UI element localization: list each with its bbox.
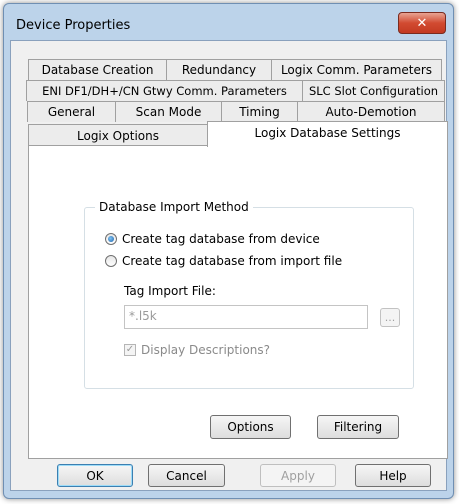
tab-label: Auto-Demotion bbox=[325, 105, 417, 119]
tag-import-file-input[interactable]: *.l5k bbox=[124, 305, 368, 329]
checkmark-icon: ✓ bbox=[124, 344, 136, 356]
tab-general[interactable]: General bbox=[27, 101, 116, 122]
tab-panel-logix-database-settings: Database Import Method Create tag databa… bbox=[28, 145, 448, 459]
tab-timing[interactable]: Timing bbox=[221, 101, 298, 122]
close-icon: ✕ bbox=[416, 15, 428, 31]
tab-scan-mode[interactable]: Scan Mode bbox=[115, 101, 222, 122]
tag-import-file-label: Tag Import File: bbox=[124, 284, 216, 298]
checkbox-label: Display Descriptions? bbox=[141, 343, 271, 357]
tab-logix-database-settings[interactable]: Logix Database Settings bbox=[207, 121, 448, 147]
button-label: Apply bbox=[281, 468, 315, 483]
button-label: Filtering bbox=[333, 420, 383, 434]
tab-label: SLC Slot Configuration bbox=[308, 84, 439, 98]
button-label: Options bbox=[227, 420, 274, 434]
window-title: Device Properties bbox=[16, 18, 131, 33]
apply-button: Apply bbox=[260, 464, 336, 487]
radio-label: Create tag database from device bbox=[122, 232, 320, 246]
database-import-method-group: Database Import Method Create tag databa… bbox=[84, 200, 414, 389]
display-descriptions-checkbox[interactable]: ✓ Display Descriptions? bbox=[124, 343, 270, 357]
tab-label: ENI DF1/DH+/CN Gtwy Comm. Parameters bbox=[42, 84, 287, 98]
tab-label: Redundancy bbox=[181, 63, 257, 77]
tab-database-creation[interactable]: Database Creation bbox=[28, 59, 167, 80]
tab-logix-comm-parameters[interactable]: Logix Comm. Parameters bbox=[271, 59, 442, 80]
tab-auto-demotion[interactable]: Auto-Demotion bbox=[297, 101, 445, 122]
button-label: OK bbox=[86, 468, 104, 483]
close-button[interactable]: ✕ bbox=[398, 12, 446, 34]
options-button[interactable]: Options bbox=[210, 415, 291, 439]
tab-label: Logix Options bbox=[77, 128, 159, 143]
tab-eni-df1-gtwy-comm-parameters[interactable]: ENI DF1/DH+/CN Gtwy Comm. Parameters bbox=[26, 80, 303, 101]
tab-label: Logix Database Settings bbox=[254, 126, 401, 140]
tab-label: General bbox=[47, 105, 96, 119]
tab-slc-slot-configuration[interactable]: SLC Slot Configuration bbox=[302, 80, 445, 101]
cancel-button[interactable]: Cancel bbox=[148, 464, 225, 487]
filtering-button[interactable]: Filtering bbox=[317, 415, 399, 439]
button-label: Help bbox=[379, 468, 407, 483]
tab-label: Timing bbox=[239, 105, 280, 119]
button-label: Cancel bbox=[166, 468, 207, 483]
tab-label: Logix Comm. Parameters bbox=[280, 63, 433, 77]
dialog-client-area: Database Creation Redundancy Logix Comm.… bbox=[10, 40, 448, 491]
radio-unselected-icon bbox=[105, 255, 117, 267]
ok-button[interactable]: OK bbox=[57, 464, 133, 487]
tab-redundancy[interactable]: Redundancy bbox=[166, 59, 272, 80]
tab-label: Database Creation bbox=[41, 63, 154, 77]
radio-create-from-device[interactable]: Create tag database from device bbox=[105, 232, 320, 246]
tab-logix-options[interactable]: Logix Options bbox=[28, 124, 208, 146]
group-title: Database Import Method bbox=[95, 200, 253, 214]
browse-button[interactable]: ... bbox=[380, 308, 400, 327]
help-button[interactable]: Help bbox=[355, 464, 431, 487]
radio-selected-icon bbox=[105, 233, 117, 245]
tag-import-file-value: *.l5k bbox=[129, 309, 157, 323]
radio-create-from-import-file[interactable]: Create tag database from import file bbox=[105, 254, 342, 268]
tab-label: Scan Mode bbox=[135, 105, 202, 119]
radio-label: Create tag database from import file bbox=[122, 254, 343, 268]
browse-label: ... bbox=[384, 311, 396, 324]
